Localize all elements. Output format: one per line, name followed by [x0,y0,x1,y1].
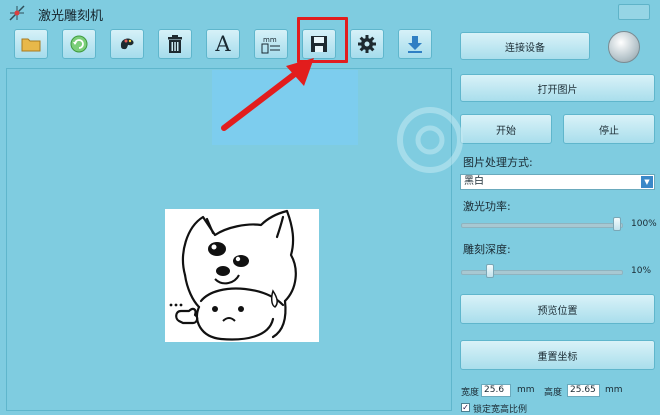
settings-button[interactable] [350,29,384,59]
trash-icon [168,35,182,53]
engrave-depth-slider-thumb[interactable] [486,264,495,278]
window-title: 激光雕刻机 [38,9,104,24]
stop-label: 停止 [599,125,619,137]
processing-mode-value: 黑白 [464,176,484,187]
laser-power-slider[interactable] [461,223,623,228]
refresh-icon [70,35,88,53]
open-image-label: 打开图片 [537,84,578,96]
keep-ratio-label: 锁定宽高比例 [473,405,528,415]
palette-icon [120,38,134,50]
reset-coordinates-button[interactable]: 重置坐标 [460,340,655,370]
folder-icon [21,38,41,52]
ruler-icon: mm [261,36,280,54]
chevron-down-icon[interactable]: ▼ [641,176,653,188]
engrave-depth-label: 雕刻深度: [463,243,511,256]
connect-device-label: 连接设备 [505,42,545,54]
toolbar: A mm [0,26,450,62]
text-icon: A [215,32,231,56]
start-label: 开始 [496,125,516,137]
cartoon-image[interactable] [165,209,319,342]
preview-region [212,70,358,145]
width-value: 25.6 [484,385,505,395]
measure-button[interactable]: mm [254,29,288,59]
connection-status-icon[interactable] [608,31,640,63]
open-folder-button[interactable] [14,29,48,59]
control-panel: 连接设备 打开图片 开始 停止 图片处理方式: 黑白 ▼ 激光功率: 100% … [455,26,660,415]
height-label: 高度 [544,388,563,398]
laser-power-label: 激光功率: [463,200,511,213]
start-button[interactable]: 开始 [460,114,552,144]
height-unit-label: mm [605,385,623,395]
text-button[interactable]: A [206,29,240,59]
laser-power-slider-thumb[interactable] [613,217,621,231]
width-input[interactable]: 25.6 [481,384,511,397]
preview-position-button[interactable]: 预览位置 [460,294,655,324]
delete-button[interactable] [158,29,192,59]
svg-text:mm: mm [263,36,277,44]
engrave-depth-value: 10% [631,266,652,276]
processing-mode-label: 图片处理方式: [463,156,533,169]
refresh-button[interactable] [62,29,96,59]
download-icon [408,36,422,53]
laser-logo-icon [9,5,25,21]
width-unit-label: mm [517,385,535,395]
preview-position-label: 预览位置 [537,305,578,317]
connect-device-button[interactable]: 连接设备 [460,32,590,60]
app-window: 激光雕刻机 A mm 连接设备 打开图片 开始 停止 图片处理方式: 黑白 ▼ … [0,0,660,415]
height-value: 25.65 [570,385,596,395]
window-control[interactable] [618,4,650,20]
width-label: 宽度 [461,388,480,398]
save-highlight-box [297,17,348,63]
image-edit-button[interactable] [110,29,144,59]
laser-power-value: 100% [631,219,657,229]
cartoon-drawing [169,209,297,341]
height-input[interactable]: 25.65 [567,384,600,397]
reset-coordinates-label: 重置坐标 [537,351,578,363]
download-button[interactable] [398,29,432,59]
processing-mode-select[interactable]: 黑白 ▼ [460,174,655,190]
gear-icon [358,35,376,53]
stop-button[interactable]: 停止 [563,114,655,144]
open-image-button[interactable]: 打开图片 [460,74,655,102]
